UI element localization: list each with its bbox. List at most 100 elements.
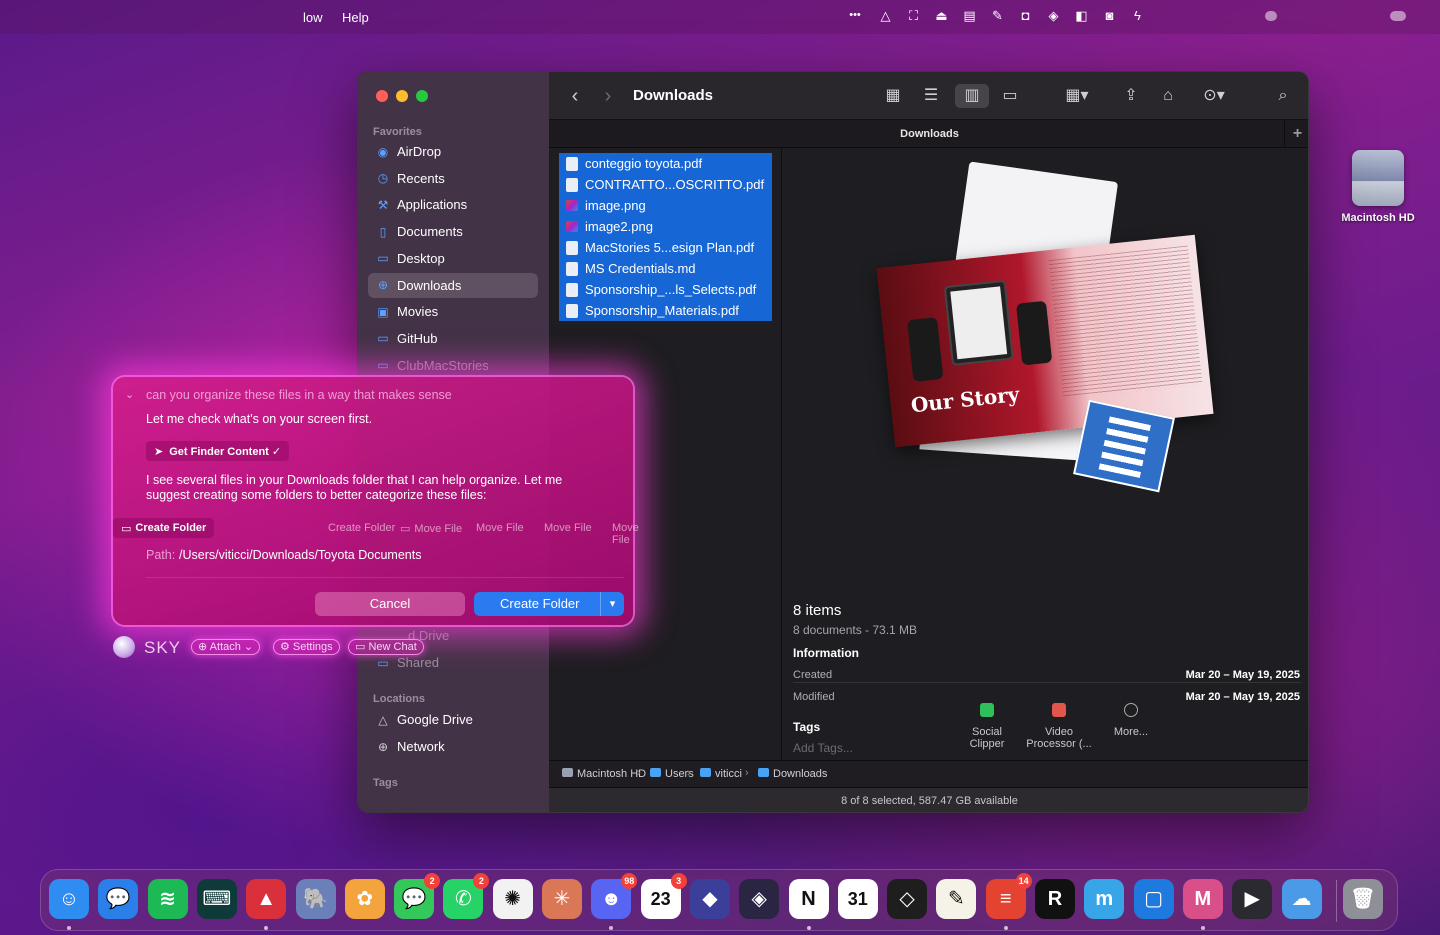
cancel-button[interactable]: Cancel (315, 592, 465, 616)
file-row[interactable]: conteggio toyota.pdf (559, 153, 772, 174)
minimize-window-button[interactable] (396, 90, 408, 102)
dock-app-mimestream[interactable]: M (1182, 879, 1223, 919)
desktop-hd-icon[interactable]: Macintosh HD (1337, 150, 1419, 224)
sidebar-item-movies[interactable]: ▣ Movies (368, 299, 538, 324)
proposed-action-move-file[interactable]: Move File (544, 522, 592, 534)
more-actions-button[interactable]: More... (1096, 703, 1166, 738)
settings-button[interactable]: ⚙ Settings (273, 639, 340, 655)
dock-app-whatsapp[interactable]: ✆ 2 (443, 873, 490, 919)
file-row[interactable]: Sponsorship_...ls_Selects.pdf (559, 279, 772, 300)
sidebar-item-github[interactable]: ▭ GitHub (368, 326, 538, 351)
sidebar-item-google-drive[interactable]: △ Google Drive (368, 707, 538, 732)
dock-app-fantastical[interactable]: 31 (837, 879, 878, 919)
social-clipper-action[interactable]: Social Clipper (952, 703, 1022, 750)
dock-app-chatgpt[interactable]: ✺ (492, 879, 533, 919)
clapper-icon[interactable]: ▤ (962, 8, 977, 23)
bag-icon[interactable]: ◧ (1074, 8, 1089, 23)
menu-window[interactable]: low (303, 10, 323, 25)
video-processor-action[interactable]: Video Processor (... (1024, 703, 1094, 750)
icon-view-button[interactable]: ▦ (879, 84, 907, 108)
file-row[interactable]: CONTRATTO...OSCRITTO.pdf (559, 174, 772, 195)
proposed-action-move-file[interactable]: Move File (612, 522, 639, 546)
tool-call-chip[interactable]: ➤ Get Finder Content ✓ (146, 441, 290, 461)
more-icon[interactable]: ••• (845, 8, 865, 23)
pen-icon[interactable]: ✎ (990, 8, 1005, 23)
dock-app-tableplus[interactable]: 🐘 (295, 879, 336, 919)
file-row[interactable]: image.png (559, 195, 772, 216)
column-view-button[interactable]: ▥ (955, 84, 989, 108)
tag-button[interactable]: ⌂ (1154, 84, 1182, 108)
dock-app-shortcuts[interactable]: ◆ (689, 879, 730, 919)
sidebar-item-airdrop[interactable]: ◉ AirDrop (368, 139, 538, 164)
tray-icon[interactable]: ⏏ (934, 8, 949, 23)
dock-app-weather[interactable]: ☁ (1281, 879, 1322, 919)
zoom-window-button[interactable] (416, 90, 428, 102)
sidebar-item-clubmacstories[interactable]: ▭ ClubMacStories (368, 353, 538, 378)
path-segment[interactable]: viticci (700, 768, 742, 780)
menu-help[interactable]: Help (342, 10, 369, 25)
drive-icon[interactable]: △ (878, 8, 893, 23)
dock-app-spotify[interactable]: ≋ (147, 879, 188, 919)
proposed-action-move-file[interactable]: ▭ Move File (400, 522, 462, 535)
dock-app-notion[interactable]: N (788, 879, 829, 919)
proposed-action-create-folder[interactable]: Create Folder (328, 522, 395, 534)
dock-app-screens[interactable]: ▢ (1133, 879, 1174, 919)
dock-app-photos[interactable]: ✿ (344, 879, 385, 919)
sidebar-item-recents[interactable]: ◷ Recents (368, 166, 538, 191)
back-button[interactable]: ‹ (561, 84, 589, 108)
share-button[interactable]: ⇪ (1117, 84, 1145, 108)
dock-app-discord[interactable]: ☻ 98 (591, 873, 638, 919)
file-row[interactable]: Sponsorship_Materials.pdf (559, 300, 772, 321)
close-window-button[interactable] (376, 90, 388, 102)
list-view-button[interactable]: ☰ (917, 84, 945, 108)
dock-app-reeder[interactable]: R (1035, 879, 1075, 919)
forward-button[interactable]: › (594, 84, 622, 108)
dock-app-mela[interactable]: m (1084, 879, 1125, 919)
proposed-action-move-file[interactable]: Move File (476, 522, 524, 534)
dock-app-obsidian[interactable]: ◈ (739, 879, 780, 919)
search-button[interactable]: ⌕ (1269, 84, 1297, 108)
layers-icon[interactable]: ◈ (1046, 8, 1061, 23)
path-segment[interactable]: Downloads (758, 768, 827, 780)
chevron-down-icon[interactable]: ▾ (600, 592, 624, 616)
proposed-action-create-folder[interactable]: ▭ Create Folder (113, 518, 215, 538)
group-menu-button[interactable]: ▦▾ (1057, 84, 1097, 108)
created-value: Mar 20 – May 19, 2025 (1185, 669, 1300, 681)
dock-app-claude[interactable]: ✳ (542, 879, 582, 919)
new-tab-button[interactable]: + (1284, 120, 1308, 147)
sidebar-item-downloads[interactable]: ⊕ Downloads (368, 272, 538, 298)
file-row[interactable]: MacStories 5...esign Plan.pdf (559, 237, 772, 258)
file-row[interactable]: image2.png (559, 216, 772, 237)
camera-icon[interactable]: ◙ (1102, 8, 1117, 23)
more-actions-button[interactable]: ⊙▾ (1194, 84, 1234, 108)
sidebar-item-network[interactable]: ⊕ Network (368, 734, 538, 759)
dock-app-calendar[interactable]: 23 3 (640, 873, 687, 919)
sidebar-item-applications[interactable]: ⚒ Applications (368, 192, 538, 217)
add-tags-field[interactable]: Add Tags... (793, 741, 853, 755)
path-segment[interactable]: Macintosh HD (562, 768, 646, 780)
gallery-view-button[interactable]: ▭ (996, 84, 1024, 108)
sidebar-item-documents[interactable]: ▯ Documents (368, 219, 538, 244)
chevron-down-icon[interactable]: ⌄ (125, 388, 134, 401)
dock-app-textedit[interactable]: ✎ (936, 879, 977, 919)
shield-icon[interactable]: ◘ (1018, 8, 1033, 23)
attach-button[interactable]: ⊕ Attach ⌄ (191, 639, 261, 655)
new-chat-button[interactable]: ▭ New Chat (348, 639, 424, 655)
status-avatar-icon[interactable] (1390, 11, 1406, 21)
dock-app-todoist[interactable]: ≡ 14 (985, 873, 1032, 919)
dock-app-git[interactable]: ▲ (246, 879, 287, 919)
dock-app-finder[interactable]: ☺ (49, 879, 89, 919)
dock-app-video[interactable]: ▶ (1232, 879, 1273, 919)
status-control-icon[interactable] (1265, 11, 1277, 21)
tab-downloads[interactable]: Downloads (549, 128, 1308, 140)
dock-app-messages[interactable]: 💬 2 (394, 873, 441, 919)
bolt-icon[interactable]: ϟ (1130, 8, 1145, 23)
screenshot-icon[interactable]: ⛶ (906, 8, 921, 23)
sidebar-item-desktop[interactable]: ▭ Desktop (368, 246, 538, 271)
dock-app-messages-alt[interactable]: 💬 (98, 879, 139, 919)
dock-app-terminal[interactable]: ⌨ (196, 879, 237, 919)
dock-app-trash[interactable]: 🗑 (1342, 879, 1383, 919)
create-folder-button[interactable]: Create Folder ▾ (474, 592, 624, 616)
file-row[interactable]: MS Credentials.md (559, 258, 772, 279)
dock-app-layers[interactable]: ◇ (887, 879, 928, 919)
